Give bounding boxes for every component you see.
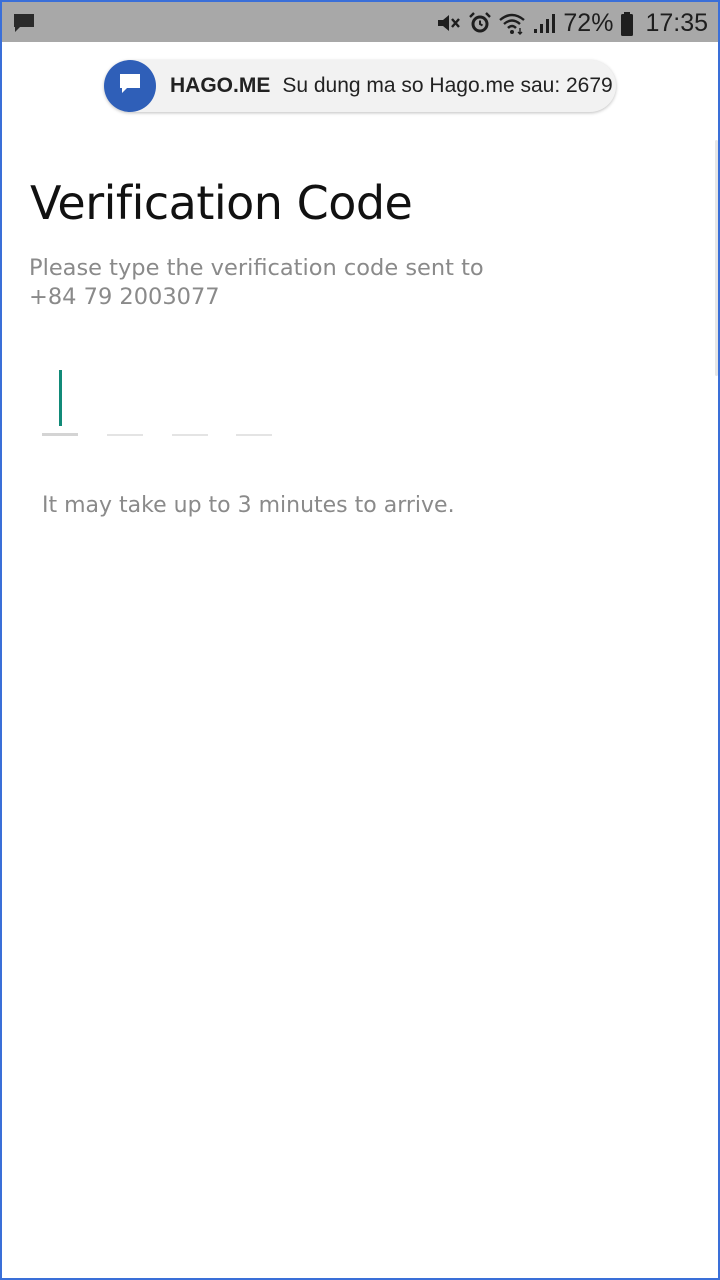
text-cursor	[59, 370, 62, 426]
notification-sender: HAGO.ME	[170, 74, 271, 97]
page-title: Verification Code	[30, 176, 413, 230]
alarm-icon	[467, 11, 493, 35]
digit-underline	[236, 434, 272, 436]
clock: 17:35	[645, 8, 708, 37]
message-icon	[12, 12, 36, 34]
status-icons: 72% 17:35	[435, 2, 708, 44]
digit-underline	[107, 434, 143, 436]
status-bar: 72% 17:35	[0, 0, 720, 42]
code-digit-3[interactable]	[172, 360, 208, 436]
instruction-text: Please type the verification code sent t…	[29, 255, 484, 310]
battery-percent: 72%	[563, 8, 614, 37]
notification-app-avatar	[104, 60, 156, 112]
verification-code-input[interactable]	[42, 360, 282, 440]
scroll-indicator	[715, 140, 718, 376]
signal-icon	[531, 11, 557, 35]
mute-icon	[435, 11, 461, 35]
wifi-icon	[499, 11, 526, 35]
notification-message: Su dung ma so Hago.me sau: 2679	[282, 74, 613, 97]
code-digit-4[interactable]	[236, 360, 272, 436]
digit-underline	[172, 434, 208, 436]
heads-up-notification[interactable]: HAGO.ME Su dung ma so Hago.me sau: 2679	[104, 60, 616, 112]
digit-underline	[42, 433, 78, 436]
battery-icon	[619, 11, 635, 36]
arrival-hint: It may take up to 3 minutes to arrive.	[42, 493, 455, 518]
code-digit-2[interactable]	[107, 360, 143, 436]
message-icon	[117, 71, 143, 102]
code-digit-1[interactable]	[42, 360, 78, 436]
